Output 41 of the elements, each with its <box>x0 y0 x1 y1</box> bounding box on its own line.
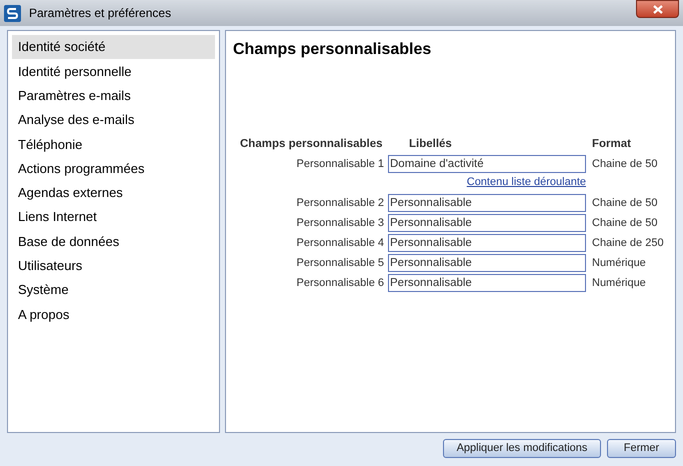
sidebar-item[interactable]: Identité société <box>12 35 215 60</box>
format-text: Numérique <box>591 256 647 271</box>
sidebar-item[interactable]: Système <box>12 278 215 302</box>
sidebar-item[interactable]: Agendas externes <box>12 180 215 206</box>
input-field[interactable]: Personnalisable <box>388 254 586 272</box>
field-label: Personnalisable 4 <box>296 236 385 251</box>
field-label: Personnalisable 3 <box>296 216 385 231</box>
input-field[interactable]: Personnalisable <box>388 214 586 232</box>
close-icon <box>652 4 662 14</box>
sidebar-item[interactable]: Liens Internet <box>12 205 215 230</box>
input-field[interactable]: Personnalisable <box>388 194 586 212</box>
format-text: Chaine de 50 <box>591 216 658 231</box>
dialog-button[interactable]: Appliquer les modifications <box>443 439 601 458</box>
format-text: Chaine de 250 <box>591 236 665 251</box>
format-text: Chaine de 50 <box>591 196 658 211</box>
sidebar-item[interactable]: Identité personnelle <box>12 59 215 84</box>
input-field[interactable]: Personnalisable <box>388 274 586 292</box>
field-label: Personnalisable 1 <box>296 157 385 172</box>
sidebar-item[interactable]: Paramètres e-mails <box>12 84 215 108</box>
window-title: Paramètres et préférences <box>29 5 172 22</box>
column-header: Libellés <box>408 137 453 152</box>
sidebar-item[interactable]: Base de données <box>12 229 215 254</box>
format-text: Chaine de 50 <box>591 156 658 172</box>
sidebar-item[interactable]: A propos <box>12 302 215 327</box>
app-logo-icon <box>4 4 21 22</box>
format-text: Numérique <box>591 276 647 291</box>
field-label: Personnalisable 2 <box>296 196 385 211</box>
dialog-button[interactable]: Fermer <box>607 439 676 458</box>
input-field[interactable]: Domaine d'activité <box>388 155 586 173</box>
dropdown-content-link[interactable]: Contenu liste déroulante <box>466 176 586 188</box>
column-header: Champs personnalisables <box>240 137 384 152</box>
input-field[interactable]: Personnalisable <box>388 234 586 252</box>
section-title: Champs personnalisables <box>233 40 432 60</box>
sidebar-item[interactable]: Utilisateurs <box>12 254 215 278</box>
column-header: Format <box>591 137 632 152</box>
sidebar-item[interactable]: Analyse des e-mails <box>12 108 215 132</box>
field-label: Personnalisable 6 <box>296 276 385 291</box>
close-button[interactable] <box>636 0 679 18</box>
sidebar-item[interactable]: Actions programmées <box>12 156 215 181</box>
sidebar-item[interactable]: Téléphonie <box>12 132 215 156</box>
field-label: Personnalisable 5 <box>296 256 385 271</box>
